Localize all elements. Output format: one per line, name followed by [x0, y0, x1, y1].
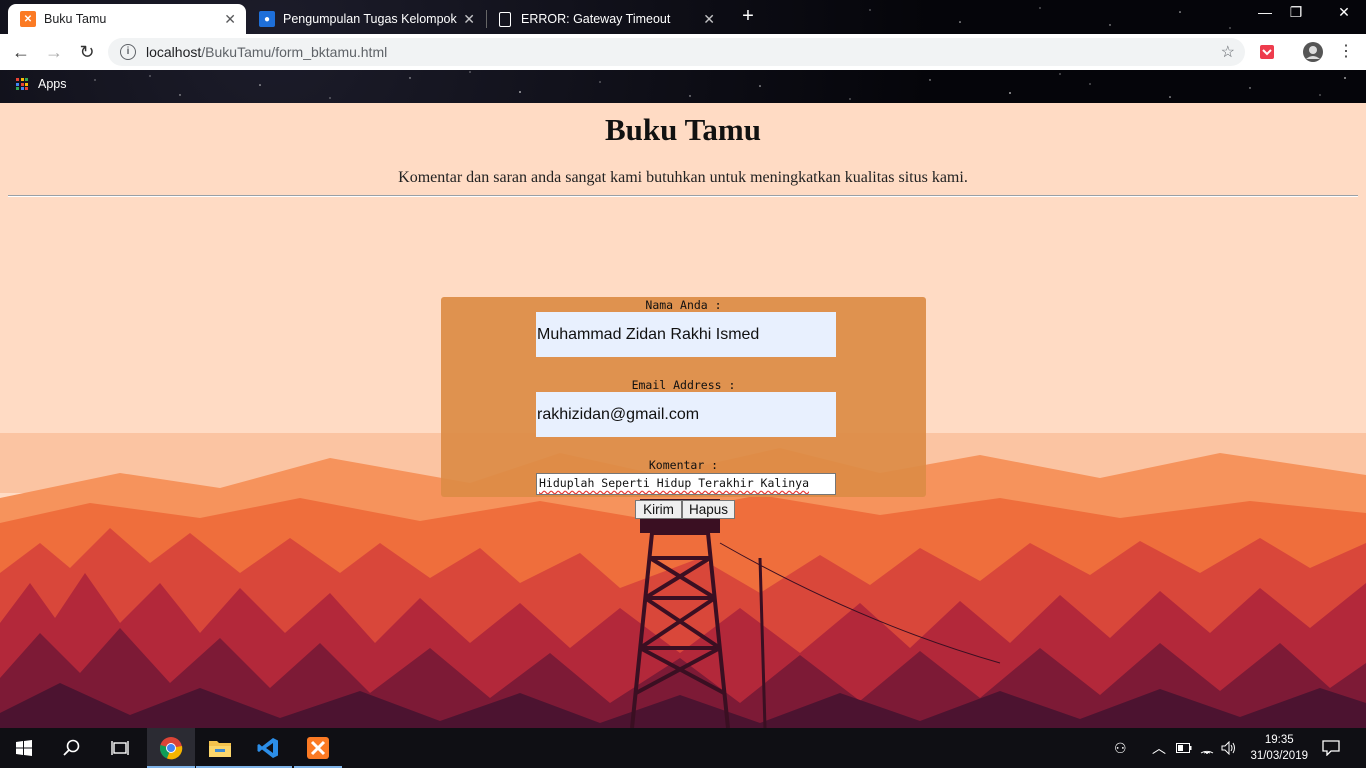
back-icon[interactable]: ←	[9, 40, 33, 64]
name-input[interactable]	[536, 312, 836, 357]
apps-grid-icon[interactable]	[16, 78, 28, 90]
show-hidden-icons-icon[interactable]: ︿	[1152, 728, 1166, 768]
minimize-icon[interactable]: —	[1250, 4, 1280, 20]
vscode-icon[interactable]	[244, 728, 292, 768]
page-viewport: Buku Tamu Komentar dan saran anda sangat…	[0, 103, 1366, 728]
submit-button[interactable]: Kirim	[635, 500, 682, 519]
menu-kebab-icon[interactable]: ⋮	[1334, 40, 1358, 64]
horizontal-divider	[8, 195, 1358, 197]
url-text: localhost/BukuTamu/form_bktamu.html	[146, 44, 387, 60]
clock-time: 19:35	[1264, 734, 1294, 746]
bookmarks-bar: Apps	[0, 70, 1366, 98]
reset-button[interactable]: Hapus	[682, 500, 735, 519]
close-tab-icon[interactable]: ✕	[224, 11, 236, 28]
info-icon[interactable]: i	[120, 44, 136, 60]
email-label: Email Address :	[631, 378, 736, 392]
tab-pengumpulan-tugas[interactable]: ● Pengumpulan Tugas Kelompok ✕	[247, 4, 485, 34]
tab-error-gateway[interactable]: ERROR: Gateway Timeout ✕	[487, 4, 725, 34]
pocket-extension-icon[interactable]	[1259, 44, 1275, 60]
page-title: Buku Tamu	[605, 112, 761, 147]
volume-icon[interactable]	[1221, 728, 1237, 768]
xampp-icon: ✕	[20, 11, 36, 27]
page-subtitle: Komentar dan saran anda sangat kami butu…	[398, 169, 968, 186]
battery-icon[interactable]	[1176, 728, 1192, 768]
people-icon[interactable]: ⚇	[1114, 728, 1127, 768]
document-icon	[499, 11, 511, 27]
close-tab-icon[interactable]: ✕	[463, 11, 475, 28]
windows-start-icon[interactable]	[0, 728, 48, 768]
new-tab-icon[interactable]: +	[737, 5, 759, 27]
address-bar[interactable]: i localhost/BukuTamu/form_bktamu.html ☆	[108, 38, 1245, 66]
guestbook-form-panel: Nama Anda : Email Address : Komentar :	[441, 297, 926, 497]
tab-title: Pengumpulan Tugas Kelompok	[283, 12, 457, 26]
tab-buku-tamu[interactable]: ✕ Buku Tamu ✕	[8, 4, 246, 34]
clock-date: 31/03/2019	[1250, 750, 1308, 762]
restore-icon[interactable]: ❐	[1281, 4, 1311, 21]
email-input[interactable]	[536, 392, 836, 437]
close-window-icon[interactable]: ✕	[1329, 4, 1359, 21]
forward-icon[interactable]: →	[42, 40, 66, 64]
avatar[interactable]	[1303, 42, 1323, 62]
tab-title: Buku Tamu	[44, 12, 107, 26]
url-path: /BukuTamu/form_bktamu.html	[201, 44, 388, 60]
tab-strip: ✕ Buku Tamu ✕ ● Pengumpulan Tugas Kelomp…	[0, 0, 1366, 34]
wifi-icon[interactable]	[1200, 728, 1214, 768]
apps-bookmark[interactable]: Apps	[38, 77, 67, 91]
comment-label: Komentar :	[648, 458, 719, 472]
comment-textarea[interactable]: Hiduplah Seperti Hidup Terakhir Kalinya	[536, 473, 836, 495]
classroom-icon: ●	[259, 11, 275, 27]
chrome-icon[interactable]	[147, 728, 195, 768]
action-center-icon[interactable]	[1322, 728, 1340, 768]
system-clock[interactable]: 19:35 31/03/2019	[1250, 732, 1308, 764]
search-icon[interactable]	[48, 728, 96, 768]
xampp-icon[interactable]	[294, 728, 342, 768]
name-label: Nama Anda :	[645, 298, 722, 312]
close-tab-icon[interactable]: ✕	[703, 11, 715, 28]
windows-taskbar: ⚇ ︿ 19:35 31/03/2019	[0, 728, 1366, 768]
url-host: localhost	[146, 44, 202, 60]
reload-icon[interactable]: ↻	[75, 40, 99, 64]
tab-title: ERROR: Gateway Timeout	[521, 12, 671, 26]
bookmark-star-icon[interactable]: ☆	[1221, 42, 1235, 62]
task-view-icon[interactable]	[96, 728, 144, 768]
browser-chrome: ✕ Buku Tamu ✕ ● Pengumpulan Tugas Kelomp…	[0, 0, 1366, 103]
browser-toolbar: ← → ↻ i localhost/BukuTamu/form_bktamu.h…	[0, 34, 1366, 70]
file-explorer-icon[interactable]	[196, 728, 244, 768]
